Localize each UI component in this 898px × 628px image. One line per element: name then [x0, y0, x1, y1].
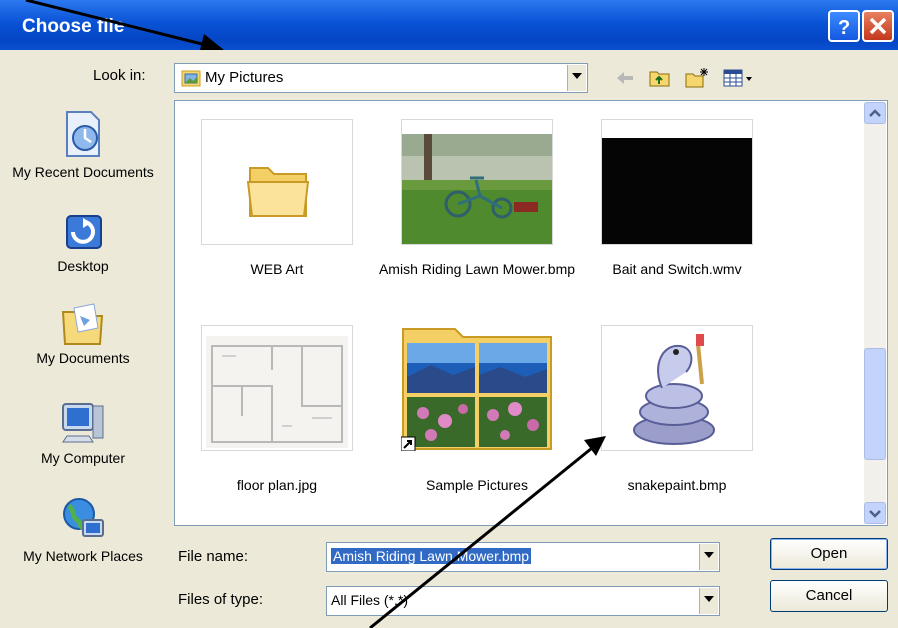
file-type-value: All Files (*.*) — [331, 592, 409, 608]
open-button[interactable]: Open — [770, 538, 888, 570]
title-bar[interactable]: Choose file ? — [0, 0, 898, 50]
folder-thumbnail — [401, 325, 553, 451]
file-list-view[interactable]: WEB Art Amish Riding Lawn Mower.bmp Bait… — [174, 100, 888, 526]
place-my-network-places[interactable]: My Network Places — [8, 496, 158, 564]
places-bar: My Recent Documents Desktop My Documents — [0, 100, 170, 628]
look-in-label: Look in: — [93, 67, 146, 84]
my-computer-icon — [62, 403, 104, 443]
snake-thumbnail — [601, 325, 753, 451]
file-type-dropdown-arrow[interactable] — [699, 588, 718, 614]
chevron-down-icon — [869, 510, 881, 518]
new-folder-icon[interactable] — [684, 66, 710, 90]
question-icon: ? — [838, 17, 850, 39]
vertical-scrollbar[interactable] — [864, 102, 886, 524]
help-button[interactable]: ? — [828, 10, 860, 42]
file-type-dropdown[interactable]: All Files (*.*) — [326, 586, 720, 616]
file-type-label: Files of type: — [178, 591, 264, 608]
look-in-dropdown-arrow[interactable] — [567, 65, 586, 91]
choose-file-dialog: Choose file ? Look in: My Pictures My Re… — [0, 0, 898, 628]
svg-text:?: ? — [838, 17, 850, 39]
chevron-up-icon — [869, 109, 881, 117]
dialog-title: Choose file — [22, 16, 125, 37]
file-name-value: Amish Riding Lawn Mower.bmp — [331, 548, 532, 564]
back-icon[interactable] — [614, 66, 636, 90]
place-my-documents[interactable]: My Documents — [8, 302, 158, 366]
place-my-computer[interactable]: My Computer — [8, 400, 158, 466]
recent-documents-icon — [66, 111, 100, 157]
lawn-mower-thumbnail — [401, 119, 553, 245]
scroll-thumb[interactable] — [864, 348, 886, 460]
up-folder-icon[interactable] — [648, 66, 672, 90]
file-name-label: File name: — [178, 548, 249, 565]
place-desktop[interactable]: Desktop — [8, 214, 158, 274]
my-documents-icon — [61, 303, 104, 345]
network-places-icon — [63, 498, 104, 537]
cancel-button[interactable]: Cancel — [770, 580, 888, 612]
scroll-up-button[interactable] — [864, 102, 886, 124]
scroll-down-button[interactable] — [864, 502, 886, 524]
file-name-dropdown-arrow[interactable] — [699, 544, 718, 570]
look-in-value: My Pictures — [205, 69, 284, 86]
close-button[interactable] — [862, 10, 894, 42]
video-thumbnail — [601, 119, 753, 245]
folder-icon — [201, 119, 353, 245]
place-my-recent-documents[interactable]: My Recent Documents — [8, 108, 158, 180]
floor-plan-thumbnail — [201, 325, 353, 451]
file-name-input[interactable]: Amish Riding Lawn Mower.bmp — [326, 542, 720, 572]
close-icon — [869, 17, 887, 35]
desktop-icon — [66, 215, 102, 249]
my-pictures-icon — [181, 70, 201, 87]
look-in-dropdown[interactable]: My Pictures — [174, 63, 588, 93]
view-menu-icon[interactable] — [722, 66, 756, 90]
